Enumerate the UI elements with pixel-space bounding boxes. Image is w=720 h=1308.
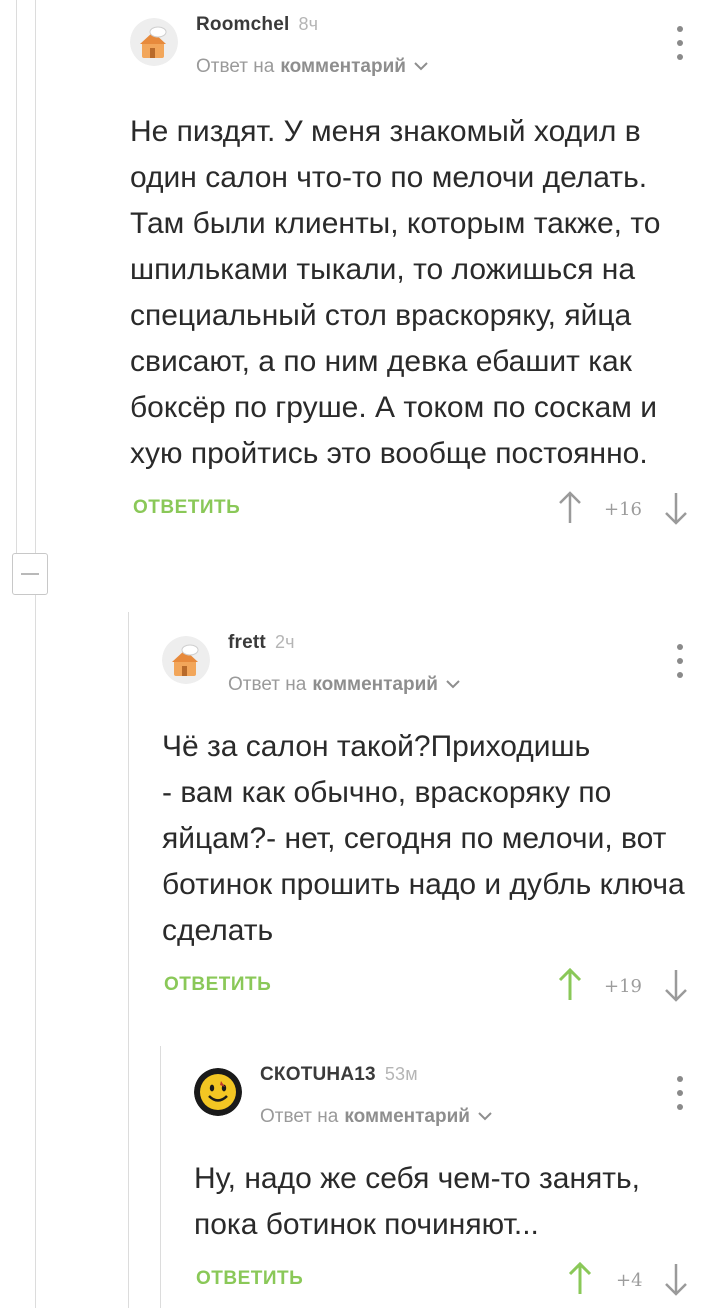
comment-header: frett 2ч Ответ на комментарий [162,618,690,702]
comment-text: Ну, надо же себя чем-то занять, пока бот… [194,1162,640,1241]
avatar-image [130,18,178,66]
author-name-text: СКОТUНА13 [260,1064,376,1085]
kebab-menu-icon[interactable] [674,1076,686,1110]
avatar-image [194,1068,242,1116]
arrow-up-icon[interactable] [558,491,582,525]
reply-to-prefix: Ответ на [228,674,307,695]
author-name-text: Roomchel [196,14,290,35]
thread-line [16,0,17,553]
comment-actions: ОТВЕТИТЬ +19 [162,968,690,1008]
comment-header: СКОТUНА13 53м Ответ на комментарий [194,1050,690,1134]
author-name-text: frett [228,632,266,653]
comment-actions: ОТВЕТИТЬ +4 [194,1262,690,1302]
thread-line [35,0,36,553]
avatar[interactable] [130,18,178,66]
reply-to-prefix: Ответ на [260,1106,339,1127]
comment-text: Не пиздят. У меня знакомый ходил в один … [130,115,661,470]
avatar[interactable] [194,1068,242,1116]
reply-to-link[interactable]: Ответ на комментарий [228,674,460,696]
arrow-up-icon[interactable] [558,968,582,1002]
kebab-menu-icon[interactable] [674,26,686,60]
comment-time: 53м [384,1064,418,1084]
reply-to-target: комментарий [280,56,406,77]
comment-text: Чё за салон такой?Приходишь - вам как об… [162,730,685,947]
author-name[interactable]: frett 2ч [228,632,295,654]
chevron-down-icon [478,1112,492,1121]
thread-line [35,595,36,1308]
author-name[interactable]: Roomchel 8ч [196,14,318,36]
arrow-down-icon[interactable] [664,491,688,525]
comment: СКОТUНА13 53м Ответ на комментарий Ну, над… [194,1050,690,1302]
reply-to-target: комментарий [312,674,438,695]
comment-time: 8ч [298,14,319,34]
avatar[interactable] [162,636,210,684]
reply-to-link[interactable]: Ответ на комментарий [196,56,428,78]
reply-to-target: комментарий [344,1106,470,1127]
collapse-thread-button[interactable] [12,553,48,595]
arrow-down-icon[interactable] [664,968,688,1002]
thread-line [128,612,129,1308]
thread-line [160,1046,161,1308]
reply-to-prefix: Ответ на [196,56,275,77]
author-name[interactable]: СКОТUНА13 53м [260,1064,418,1086]
comment: frett 2ч Ответ на комментарий Чё за салон … [162,618,690,1008]
avatar-image [162,636,210,684]
chevron-down-icon [414,62,428,71]
chevron-down-icon [446,680,460,689]
reply-button[interactable]: ОТВЕТИТЬ [164,974,271,996]
comment-header: Roomchel 8ч Ответ на комментарий [130,0,690,84]
reply-button[interactable]: ОТВЕТИТЬ [133,497,240,519]
kebab-menu-icon[interactable] [674,644,686,678]
rating-score: +16 [604,499,642,520]
arrow-up-icon[interactable] [568,1262,592,1296]
arrow-down-icon[interactable] [664,1262,688,1296]
comment-actions: ОТВЕТИТЬ +16 [130,491,690,531]
reply-to-link[interactable]: Ответ на комментарий [260,1106,492,1128]
rating-score: +4 [616,1270,643,1291]
comment: Roomchel 8ч Ответ на комментарий Не пиздят… [130,0,690,531]
comment-time: 2ч [274,632,295,652]
reply-button[interactable]: ОТВЕТИТЬ [196,1268,303,1290]
rating-score: +19 [604,976,642,997]
